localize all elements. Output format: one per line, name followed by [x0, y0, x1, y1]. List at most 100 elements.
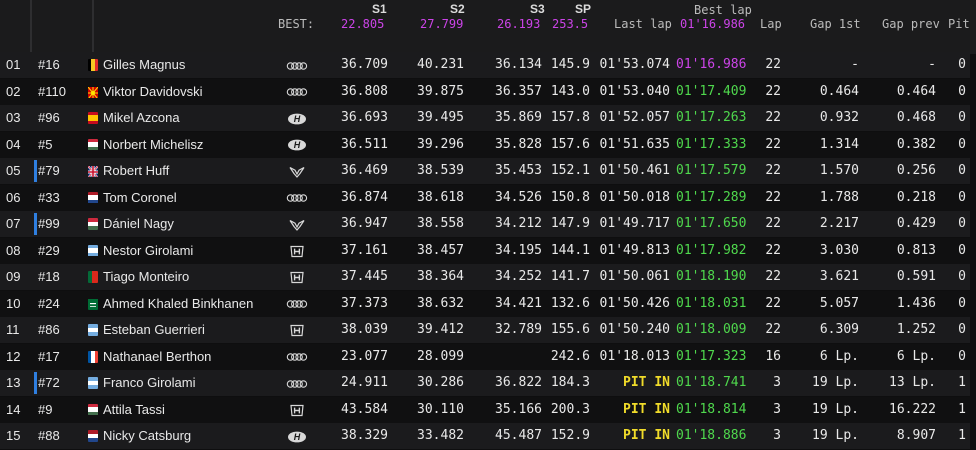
s3-time-cell: 32.789 — [495, 322, 542, 337]
table-row[interactable]: 14 #9 Attila Tassi 43.584 30.110 35.166 200.3 P… — [0, 396, 976, 423]
gap-first-cell: 6.309 — [819, 322, 859, 337]
s2-best: 27.799 — [420, 17, 464, 31]
flag-hungary — [88, 138, 98, 151]
lap-count-cell: 22 — [765, 269, 781, 284]
flag-netherlands — [88, 430, 98, 442]
table-row[interactable]: 06 #33 Tom Coronel 36.874 38.618 34.526 150.8 0… — [0, 184, 976, 211]
last-lap-cell: PIT IN — [623, 428, 670, 443]
position-cell: 05 — [6, 163, 21, 178]
pit-count-cell: 0 — [958, 242, 966, 258]
gap-prev-cell: 0.218 — [896, 189, 936, 205]
header-divider — [92, 0, 94, 52]
table-row[interactable]: 15 #88 Nicky Catsburg 38.329 33.482 45.487 152… — [0, 423, 976, 449]
driver-name-cell: Mikel Azcona — [103, 110, 180, 125]
table-row[interactable]: 01 #16 Gilles Magnus 36.709 40.231 36.134 145.… — [0, 52, 976, 78]
s2-time-cell: 33.482 — [417, 428, 464, 443]
best-lap-header: Best lap — [694, 3, 752, 17]
table-row[interactable]: 09 #18 Tiago Monteiro 37.445 38.364 34.252 141… — [0, 264, 976, 290]
speed-cell: 132.6 — [550, 295, 590, 311]
s3-time-cell: 35.166 — [495, 401, 542, 417]
speed-cell: 152.1 — [550, 163, 590, 178]
flag-saudi-arabia — [88, 298, 98, 310]
driver-name-cell: Tom Coronel — [103, 189, 177, 205]
honda-logo — [282, 397, 312, 423]
speed-cell: 145.9 — [550, 57, 590, 72]
table-row[interactable]: 02 #110 Viktor Davidovski 36.808 39.875 36.35… — [0, 78, 976, 105]
gap-first-cell: 19 Lp. — [812, 375, 859, 390]
speed-cell: 152.9 — [550, 428, 590, 443]
s3-time-cell: 35.869 — [495, 110, 542, 125]
gap-prev-cell: 1.252 — [896, 322, 936, 337]
table-row[interactable]: 08 #29 Nestor Girolami 37.161 38.457 34.195 14… — [0, 237, 976, 264]
s1-time-cell: 36.808 — [341, 83, 388, 99]
s2-time-cell: 38.364 — [417, 269, 464, 284]
lap-count-cell: 22 — [765, 242, 781, 258]
table-row[interactable]: 12 #17 Nathanael Berthon 23.077 28.099 242.6 0… — [0, 343, 976, 370]
s1-time-cell: 23.077 — [341, 348, 388, 364]
table-row[interactable]: 04 #5 Norbert Michelisz 36.511 39.296 35.828 1… — [0, 131, 976, 158]
audi-logo — [282, 370, 312, 396]
s1-time-cell: 38.039 — [341, 322, 388, 337]
s3-header: S3 — [530, 2, 545, 16]
s1-time-cell: 38.329 — [341, 428, 388, 443]
driver-name-cell: Dániel Nagy — [103, 216, 174, 231]
cupra-logo — [282, 211, 312, 237]
driver-name-cell: Esteban Guerrieri — [103, 322, 205, 337]
gap-first-cell: 2.217 — [819, 216, 859, 231]
car-number-cell: #18 — [38, 269, 60, 284]
car-number-cell: #33 — [38, 189, 60, 205]
car-number-cell: #110 — [38, 83, 66, 99]
gap-prev-cell: - — [928, 57, 936, 72]
last-lap-cell: 01'52.057 — [599, 110, 670, 125]
car-number-cell: #29 — [38, 242, 60, 258]
best-lap-cell: 01'18.814 — [676, 401, 747, 417]
pit-count-cell: 1 — [958, 428, 966, 443]
table-row[interactable]: 10 #24 Ahmed Khaled Binkhanen 37.373 38.632 3… — [0, 290, 976, 317]
gap-prev-cell: 13 Lp. — [889, 375, 936, 390]
flag-hungary — [88, 218, 98, 230]
best-lap-best: 01'16.986 — [680, 17, 746, 31]
driver-name-cell: Nestor Girolami — [103, 242, 194, 258]
s2-time-cell: 38.539 — [417, 163, 464, 178]
position-cell: 15 — [6, 428, 21, 443]
audi-logo — [282, 185, 312, 211]
audi-logo — [282, 344, 312, 370]
gap1-header: Gap 1st — [810, 17, 861, 31]
table-row[interactable]: 11 #86 Esteban Guerrieri 38.039 39.412 32.789… — [0, 317, 976, 343]
car-number-cell: #88 — [38, 428, 60, 443]
hyundai-logo: H — [282, 105, 312, 131]
s1-header: S1 — [372, 2, 387, 16]
gap-prev-cell: 1.436 — [896, 295, 936, 311]
table-row[interactable]: 07 #99 Dániel Nagy 36.947 38.558 34.212 147.9 0… — [0, 211, 976, 237]
s1-time-cell: 36.693 — [341, 110, 388, 125]
position-cell: 12 — [6, 348, 21, 364]
best-lap-cell: 01'17.263 — [676, 110, 747, 125]
s1-time-cell: 36.874 — [341, 189, 388, 205]
position-cell: 08 — [6, 242, 21, 258]
lap-count-cell: 3 — [773, 428, 781, 443]
car-number-cell: #17 — [38, 348, 60, 364]
gap-prev-cell: 0.468 — [896, 110, 936, 125]
gap-first-cell: 1.314 — [819, 136, 859, 152]
last-lap-cell: 01'50.061 — [599, 269, 670, 284]
table-row[interactable]: 03 #96 Mikel Azcona 36.693 39.495 35.869 157.8… — [0, 105, 976, 131]
best-lap-cell: 01'17.982 — [676, 242, 747, 258]
driver-name-cell: Franco Girolami — [103, 375, 196, 390]
gap-first-cell: 3.030 — [819, 242, 859, 258]
gap-first-cell: 1.788 — [819, 189, 859, 205]
audi-logo — [282, 291, 312, 317]
s2-time-cell: 39.495 — [417, 110, 464, 125]
pit-count-cell: 0 — [958, 216, 966, 231]
best-lap-cell: 01'17.333 — [676, 136, 747, 152]
s2-time-cell: 28.099 — [417, 348, 464, 364]
last-lap-cell: 01'53.074 — [599, 57, 670, 72]
driver-name-cell: Gilles Magnus — [103, 57, 186, 72]
s2-time-cell: 38.618 — [417, 189, 464, 205]
position-cell: 06 — [6, 189, 21, 205]
table-row[interactable]: 05 #79 Robert Huff 36.469 38.539 35.453 152.1 0… — [0, 158, 976, 184]
best-lap-cell: 01'17.409 — [676, 83, 747, 99]
flag-netherlands — [88, 191, 98, 204]
sp-best: 253.5 — [552, 17, 589, 31]
table-row[interactable]: 13 #72 Franco Girolami 24.911 30.286 36.822 18… — [0, 370, 976, 396]
scrollbar[interactable] — [970, 54, 976, 450]
